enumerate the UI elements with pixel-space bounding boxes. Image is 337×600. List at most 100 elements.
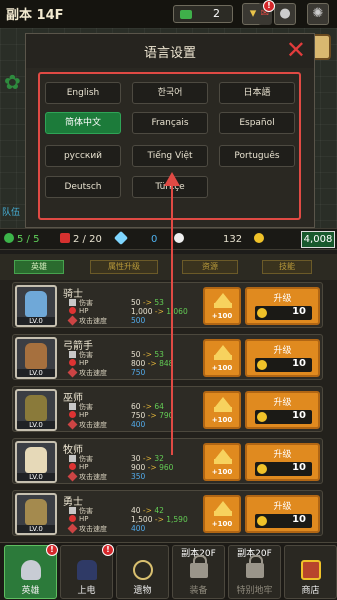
lock-icon	[246, 555, 264, 578]
hero-level: LV.0	[17, 421, 55, 429]
gem-icon	[113, 230, 129, 246]
language-option[interactable]: Français	[132, 112, 208, 134]
gold-coin-icon	[254, 233, 267, 245]
party-icon	[4, 233, 14, 243]
upgrade-arrow-icon	[215, 501, 231, 511]
nav-label: 商店	[301, 586, 320, 596]
hero-portrait[interactable]: LV.0	[15, 337, 57, 379]
language-option[interactable]: 한국어	[132, 82, 208, 104]
upgrade-button[interactable]: 升级 10	[245, 287, 320, 325]
hero-row: LV.0 骑士 伤害 HP 攻击速度 50 -> 53 1,000 -> 1,060 500 +…	[12, 282, 323, 328]
profile-icon: ●	[279, 6, 291, 21]
upgrade-button[interactable]: 升级 10	[245, 391, 320, 429]
language-option[interactable]: Türkçe	[132, 176, 208, 198]
bottom-nav: 英雄! 上电! 遗物 副本20F 装备 副本20F 特别地牢商店	[0, 542, 337, 600]
hero-portrait[interactable]: LV.0	[15, 389, 57, 431]
gold-coin-icon	[257, 412, 267, 422]
speed-value: 400	[131, 524, 146, 533]
nav-label: 特别地牢	[236, 586, 273, 596]
hero-portrait[interactable]: LV.0	[15, 441, 57, 483]
stat-label-speed: 攻击速度	[67, 523, 107, 534]
tab-attribute-upgrade[interactable]: 属性升级	[90, 260, 158, 274]
speed-icon	[67, 315, 78, 326]
tab-skills[interactable]: 技能	[262, 260, 312, 274]
language-option[interactable]: English	[45, 82, 121, 104]
bulk-upgrade-label: +100	[211, 468, 233, 476]
stat-label-hp: HP	[69, 463, 89, 471]
speed-icon	[67, 367, 78, 378]
flower-icon: ✿	[4, 70, 21, 94]
bulk-upgrade-label: +100	[211, 364, 233, 372]
nav-label: 装备	[189, 586, 208, 596]
upgrade-button[interactable]: 升级 10	[245, 495, 320, 533]
language-option[interactable]: Português	[219, 145, 295, 167]
ticket-counter[interactable]: 2	[173, 5, 233, 23]
stat-label-hp: HP	[69, 359, 89, 367]
language-option[interactable]: Tiếng Việt	[132, 145, 208, 167]
hero-sprite	[25, 395, 47, 421]
upgrade-arrow-icon	[215, 293, 231, 303]
nav-item[interactable]: 副本20F 装备	[172, 545, 225, 599]
bulk-upgrade-button[interactable]: +100	[203, 287, 241, 325]
tab-heroes[interactable]: 英雄	[14, 260, 64, 274]
speed-icon	[67, 419, 78, 430]
upgrade-arrow-icon	[215, 449, 231, 459]
heart-icon	[69, 359, 76, 366]
nav-item[interactable]: 副本20F 特别地牢	[228, 545, 281, 599]
nav-item[interactable]: 英雄!	[4, 544, 58, 599]
speed-value: 400	[131, 420, 146, 429]
close-icon[interactable]: ✕	[286, 37, 306, 63]
stat-label-hp: HP	[69, 307, 89, 315]
stat-label-speed: 攻击速度	[67, 367, 107, 378]
hero-portrait[interactable]: LV.0	[15, 493, 57, 535]
speed-value: 350	[131, 472, 146, 481]
upgrade-button[interactable]: 升级 10	[245, 339, 320, 377]
nav-item[interactable]: 商店	[284, 545, 337, 599]
nav-label: 上电	[77, 586, 96, 596]
trophy-icon: ▾	[249, 6, 257, 21]
attack-value: 50 -> 53	[131, 298, 164, 307]
attack-value: 60 -> 64	[131, 402, 164, 411]
hero-sprite	[25, 291, 47, 317]
gear-icon: ✺	[312, 6, 324, 21]
upgrade-label: 升级	[273, 450, 292, 460]
hero-sprite	[25, 343, 47, 369]
bulk-upgrade-button[interactable]: +100	[203, 443, 241, 481]
heart-icon	[69, 515, 76, 522]
sword-icon	[69, 403, 76, 410]
bulk-upgrade-button[interactable]: +100	[203, 339, 241, 377]
hp-value: 900 -> 960	[131, 463, 174, 472]
bulk-upgrade-label: +100	[211, 312, 233, 320]
upgrade-arrow-icon	[215, 397, 231, 407]
upgrade-cost: 10	[255, 306, 312, 320]
sword-icon	[69, 455, 76, 462]
language-option[interactable]: русский	[45, 145, 121, 167]
upgrade-cost: 10	[255, 462, 312, 476]
bulk-upgrade-button[interactable]: +100	[203, 495, 241, 533]
gold-coin-icon	[257, 464, 267, 474]
attack-value: 30 -> 32	[131, 454, 164, 463]
modal-header: 语言设置 ✕	[26, 34, 314, 68]
hero-portrait[interactable]: LV.0	[15, 285, 57, 327]
skull-icon	[174, 233, 184, 243]
attack-value: 50 -> 53	[131, 350, 164, 359]
nav-item[interactable]: 上电!	[60, 544, 114, 599]
language-option[interactable]: 简体中文	[45, 112, 121, 134]
hero-level: LV.0	[17, 369, 55, 377]
settings-button[interactable]: ✺	[307, 3, 329, 25]
profile-button[interactable]: ●	[274, 3, 296, 25]
bulk-upgrade-button[interactable]: +100	[203, 391, 241, 429]
potion-icon	[60, 233, 70, 243]
tab-resources[interactable]: 资源	[182, 260, 238, 274]
speed-value: 750	[131, 368, 146, 377]
language-option[interactable]: Deutsch	[45, 176, 121, 198]
nav-item[interactable]: 遗物	[116, 545, 169, 599]
party-count: 5 / 5	[4, 233, 39, 245]
language-option[interactable]: Español	[219, 112, 295, 134]
upgrade-button[interactable]: 升级 10	[245, 443, 320, 481]
heart-icon	[69, 307, 76, 314]
upgrade-label: 升级	[273, 294, 292, 304]
hero-list[interactable]: LV.0 骑士 伤害 HP 攻击速度 50 -> 53 1,000 -> 1,060 500 +…	[0, 280, 337, 542]
hero-row: LV.0 弓箭手 伤害 HP 攻击速度 50 -> 53 800 -> 848 750 +100…	[12, 334, 323, 380]
language-option[interactable]: 日本語	[219, 82, 295, 104]
